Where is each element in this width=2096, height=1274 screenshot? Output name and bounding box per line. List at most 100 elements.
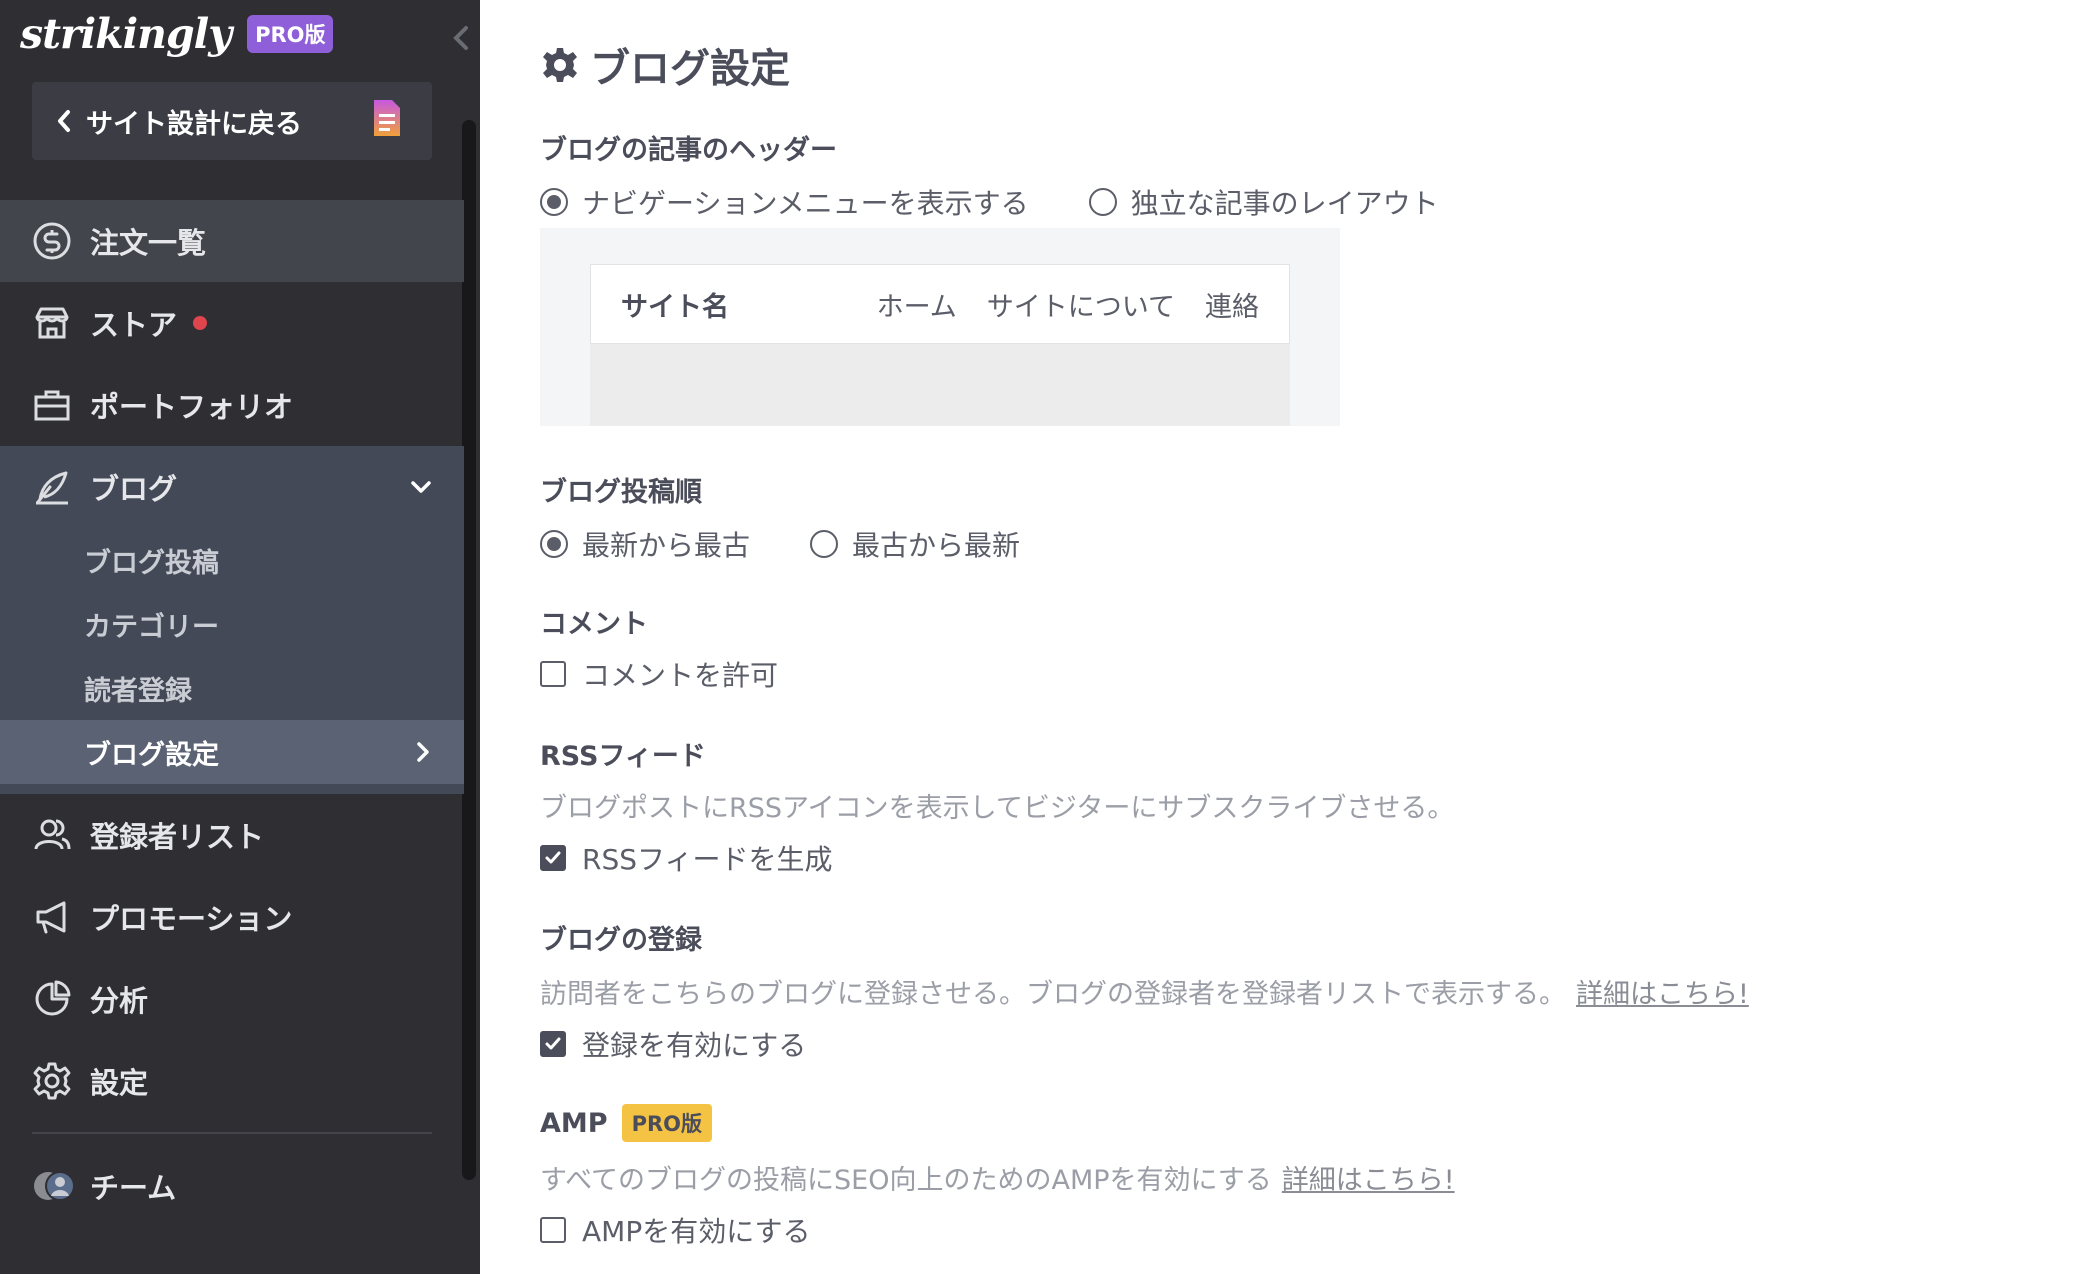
checkbox-generate-rss[interactable]: RSSフィードを生成 [540, 838, 832, 878]
checkbox-allow-comments[interactable]: コメントを許可 [540, 654, 778, 694]
order-section-title: ブログ投稿順 [540, 477, 702, 508]
sidebar-item-store[interactable]: ストア [0, 282, 464, 364]
checkbox-label: AMPを有効にする [582, 1215, 811, 1248]
checkbox-enable-subscription[interactable]: 登録を有効にする [540, 1024, 806, 1064]
pro-badge: PRO版 [247, 15, 334, 53]
collapse-sidebar-icon[interactable] [448, 20, 472, 56]
sidebar-item-label: プロモーション [90, 902, 293, 936]
back-button-label: サイト設計に戻る [86, 108, 302, 140]
sidebar-item-label: 設定 [90, 1066, 149, 1100]
checkmark-icon [545, 1037, 561, 1050]
amp-title-text: AMP [540, 1107, 608, 1139]
amp-pro-badge: PRO版 [621, 1104, 712, 1142]
users-icon [34, 819, 71, 850]
gear-icon [33, 1062, 71, 1100]
rss-description: ブログポストにRSSアイコンを表示してビジターにサブスクライブさせる。 [540, 793, 1455, 824]
quill-icon [36, 471, 68, 505]
page-title: ブログ設定 [540, 36, 790, 94]
header-section-title: ブログの記事のヘッダー [540, 135, 837, 166]
sidebar-subitem-categories[interactable]: カテゴリー [0, 592, 464, 656]
chevron-right-icon [417, 742, 429, 762]
header-preview: サイト名 ホーム サイトについて 連絡 [540, 228, 1340, 426]
preview-site-name: サイト名 [621, 291, 729, 323]
chevron-left-icon [58, 110, 70, 132]
briefcase-icon [34, 390, 70, 421]
sidebar-item-promotion[interactable]: プロモーション [0, 876, 464, 958]
radio-indicator[interactable] [1088, 188, 1117, 216]
subitem-label: ブログ設定 [84, 739, 219, 771]
sidebar-subitem-blog-settings[interactable]: ブログ設定 [0, 720, 464, 784]
subitem-label: ブログ投稿 [84, 547, 219, 579]
learn-more-link[interactable]: 詳細はこちら! [1576, 979, 1749, 1010]
amp-learn-more-link[interactable]: 詳細はこちら! [1282, 1165, 1455, 1196]
sidebar-item-label: 分析 [90, 984, 149, 1018]
sidebar-item-label: ストア [90, 308, 178, 342]
sidebar-item-label: チーム [90, 1171, 177, 1205]
radio-label: ナビゲーションメニューを表示する [582, 187, 1029, 220]
checkbox-indicator[interactable] [540, 845, 566, 871]
amp-description: すべてのブログの投稿にSEO向上のためのAMPを有効にする 詳細はこちら! [540, 1158, 1455, 1197]
checkbox-label: コメントを許可 [582, 659, 779, 692]
main-content: ブログ設定 ブログの記事のヘッダー ナビゲーションメニューを表示する 独立な記事… [540, 0, 2060, 1274]
store-icon [35, 307, 69, 339]
header-radio-group: ナビゲーションメニューを表示する 独立な記事のレイアウト [540, 182, 1499, 222]
document-icon [374, 100, 400, 136]
blog-submenu: ブログ投稿 カテゴリー 読者登録 ブログ設定 [0, 528, 464, 794]
sidebar-item-label: 注文一覧 [90, 226, 207, 260]
strikingly-logo[interactable]: strikingly [20, 10, 232, 58]
radio-indicator[interactable] [540, 188, 568, 216]
sidebar-subitem-blog-posts[interactable]: ブログ投稿 [0, 528, 464, 592]
subitem-label: カテゴリー [84, 611, 219, 643]
chevron-down-icon [411, 481, 431, 493]
notification-dot [193, 316, 208, 330]
sidebar-scrollbar[interactable] [462, 120, 476, 1180]
sidebar-item-subscribers[interactable]: 登録者リスト [0, 794, 464, 876]
checkbox-enable-amp[interactable]: AMPを有効にする [540, 1210, 810, 1250]
amp-description-text: すべてのブログの投稿にSEO向上のためのAMPを有効にする [540, 1165, 1272, 1196]
order-radio-group: 最新から最古 最古から最新 [540, 524, 1080, 564]
checkbox-label: RSSフィードを生成 [582, 843, 833, 876]
sidebar-item-settings[interactable]: 設定 [0, 1040, 464, 1122]
radio-indicator[interactable] [810, 530, 839, 558]
sidebar-item-label: ブログ [90, 472, 178, 506]
brand: strikingly PRO版 [20, 6, 334, 62]
checkbox-indicator[interactable] [540, 1217, 566, 1243]
subscribe-section-title: ブログの登録 [540, 925, 702, 956]
preview-links: ホーム サイトについて 連絡 [847, 285, 1259, 324]
sidebar-nav: 注文一覧 ストア ポートフォリオ ブログ ブログ投稿 カテゴリー 読者登録 ブロ… [0, 200, 464, 1216]
team-avatar-icon [34, 1171, 75, 1201]
sidebar-item-analytics[interactable]: 分析 [0, 958, 464, 1040]
preview-page: サイト名 ホーム サイトについて 連絡 [590, 264, 1290, 426]
preview-link: ホーム [876, 291, 957, 323]
checkbox-label: 登録を有効にする [582, 1029, 807, 1062]
sidebar-item-label: 登録者リスト [90, 820, 265, 854]
gear-icon [543, 48, 577, 82]
page-title-text: ブログ設定 [590, 46, 790, 92]
radio-standalone-layout[interactable]: 独立な記事のレイアウト [1088, 182, 1439, 222]
back-to-editor-button[interactable]: サイト設計に戻る [32, 82, 432, 160]
sidebar-item-orders[interactable]: 注文一覧 [0, 200, 464, 282]
subscribe-description-text: 訪問者をこちらのブログに登録させる。ブログの登録者を登録者リストで表示する。 [540, 979, 1566, 1010]
preview-link: 連絡 [1205, 291, 1259, 323]
checkbox-indicator[interactable] [540, 661, 566, 687]
sidebar-subitem-subscriptions[interactable]: 読者登録 [0, 656, 464, 720]
radio-oldest-first[interactable]: 最古から最新 [810, 524, 1020, 564]
sidebar: strikingly PRO版 サイト設計に戻る 注文一覧 ストア ポートフォリ… [0, 0, 480, 1274]
checkbox-indicator[interactable] [540, 1031, 566, 1057]
comment-section-title: コメント [540, 609, 648, 640]
amp-section-title: AMP PRO版 [540, 1104, 712, 1142]
checkmark-icon [545, 851, 561, 864]
pie-chart-icon [35, 980, 71, 1016]
radio-label: 最古から最新 [852, 529, 1021, 562]
rss-section-title: RSSフィード [540, 741, 706, 772]
subitem-label: 読者登録 [84, 675, 192, 707]
radio-indicator[interactable] [540, 530, 568, 558]
radio-label: 独立な記事のレイアウト [1130, 187, 1439, 220]
radio-show-navigation[interactable]: ナビゲーションメニューを表示する [540, 182, 1029, 222]
sidebar-item-team[interactable]: チーム [0, 1156, 464, 1216]
megaphone-icon [36, 901, 66, 934]
dollar-circle-icon [33, 222, 71, 260]
radio-newest-first[interactable]: 最新から最古 [540, 524, 750, 564]
sidebar-item-portfolio[interactable]: ポートフォリオ [0, 364, 464, 446]
sidebar-item-blog[interactable]: ブログ [0, 446, 464, 528]
